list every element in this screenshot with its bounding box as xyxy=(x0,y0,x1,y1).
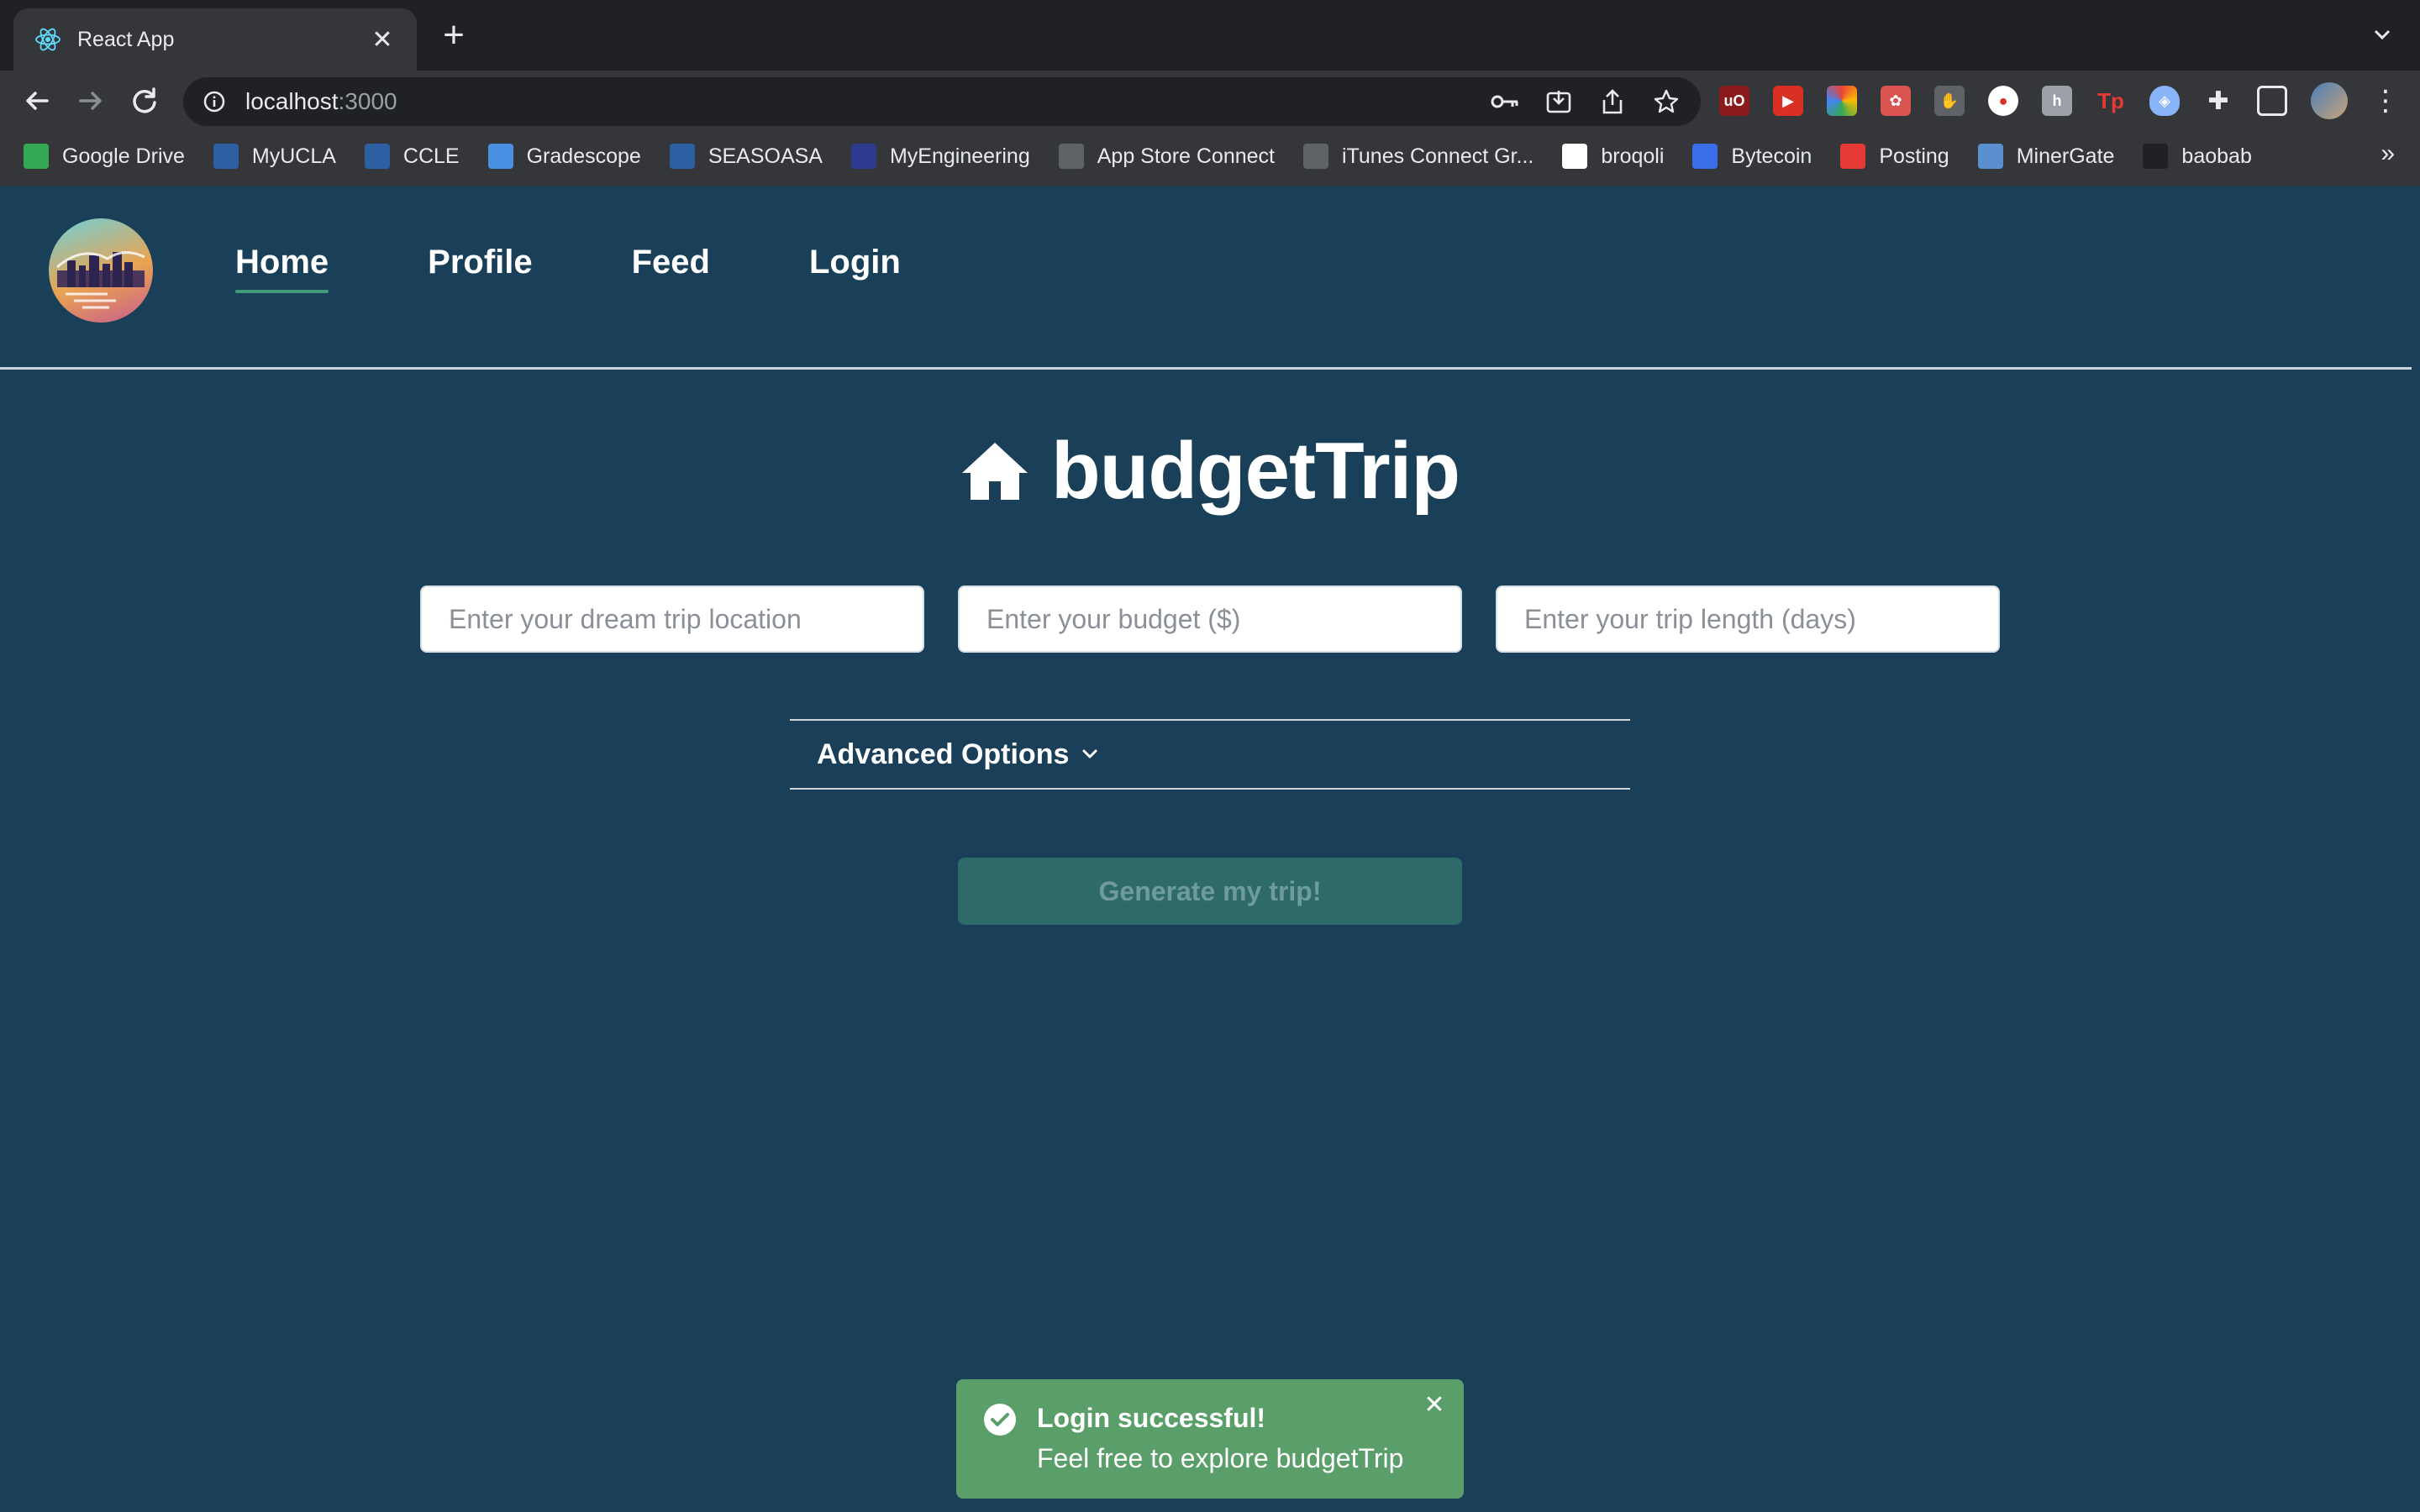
nav-divider xyxy=(0,367,2412,370)
advanced-options-toggle[interactable]: Advanced Options xyxy=(790,719,1630,790)
bookmark-label: Posting xyxy=(1879,144,1949,168)
youtube-ext-icon[interactable]: ▶ xyxy=(1773,86,1803,116)
bookmark-item[interactable]: App Store Connect xyxy=(1058,144,1275,169)
bookmark-label: App Store Connect xyxy=(1097,144,1275,168)
bookmark-item[interactable]: SEASOASA xyxy=(669,144,823,169)
bookmark-label: MinerGate xyxy=(2016,144,2115,168)
paw-icon[interactable]: ✋ xyxy=(1934,86,1965,116)
reload-icon[interactable] xyxy=(126,82,163,119)
page-title: budgetTrip xyxy=(1051,426,1460,516)
tab-close-icon[interactable]: ✕ xyxy=(368,25,397,55)
bookmark-item[interactable]: MyEngineering xyxy=(850,144,1030,169)
trip-inputs xyxy=(420,585,2000,653)
budget-input[interactable] xyxy=(958,585,1462,653)
toast-description: Feel free to explore budgetTrip xyxy=(1037,1443,1404,1473)
key-icon[interactable] xyxy=(1489,86,1521,118)
nav-feed[interactable]: Feed xyxy=(632,244,710,281)
ucla-icon xyxy=(850,144,876,169)
tab-title: React App xyxy=(77,27,175,51)
bookmarks-bar: Google Drive MyUCLA CCLE Gradescope SEASOASA… xyxy=(0,133,2420,180)
shield-icon[interactable]: ◈ xyxy=(2149,86,2180,116)
share-icon[interactable] xyxy=(1597,86,1628,118)
bookmark-label: Google Drive xyxy=(62,144,185,168)
posting-icon xyxy=(1840,144,1866,169)
skyline-logo-icon xyxy=(56,251,145,309)
main-nav: Home Profile Feed Login xyxy=(235,244,1000,293)
ublock-icon[interactable]: uO xyxy=(1719,86,1749,116)
extensions-puzzle-icon[interactable]: ✚ xyxy=(2203,86,2233,116)
browser-chrome: React App ✕ + localhost:3000 uO ▶ ✿ ✋ ● … xyxy=(0,0,2420,186)
forward-arrow-icon[interactable] xyxy=(72,82,109,119)
record-icon[interactable]: ● xyxy=(1988,86,2018,116)
tab-bar: React App ✕ + xyxy=(0,0,2420,71)
minergate-icon xyxy=(1977,144,2003,169)
install-app-icon[interactable] xyxy=(1543,86,1575,118)
app-page: Home Profile Feed Login budgetTrip Advan… xyxy=(0,186,2420,1512)
bookmark-label: CCLE xyxy=(402,144,460,168)
tab-list-chevron-icon[interactable] xyxy=(2370,22,2395,47)
nav-login[interactable]: Login xyxy=(809,244,901,281)
hero-heading: budgetTrip xyxy=(0,425,2420,517)
bookmark-label: Bytecoin xyxy=(1731,144,1812,168)
bookmark-label: SEASOASA xyxy=(708,144,823,168)
toast-title: Login successful! xyxy=(1037,1403,1266,1433)
bookmark-label: iTunes Connect Gr... xyxy=(1342,144,1534,168)
bookmark-item[interactable]: Gradescope xyxy=(487,144,641,169)
bookmark-label: MyUCLA xyxy=(251,144,336,168)
url-text: localhost:3000 xyxy=(245,88,397,114)
bookmarks-overflow-button[interactable]: » xyxy=(2381,139,2395,168)
bookmark-item[interactable]: Posting xyxy=(1840,144,1949,169)
react-icon xyxy=(35,28,60,51)
nav-home[interactable]: Home xyxy=(235,244,329,293)
broqoli-icon xyxy=(1562,144,1588,169)
bookmark-item[interactable]: Bytecoin xyxy=(1692,144,1812,169)
generate-trip-button[interactable]: Generate my trip! xyxy=(958,858,1462,925)
h-icon[interactable]: h xyxy=(2042,86,2072,116)
baobab-icon xyxy=(2143,144,2169,169)
star-icon[interactable] xyxy=(1650,86,1682,118)
address-bar[interactable]: localhost:3000 xyxy=(183,77,1701,126)
apple-icon xyxy=(1058,144,1084,169)
bookmark-item[interactable]: CCLE xyxy=(364,144,460,169)
profile-avatar[interactable] xyxy=(2311,82,2348,119)
bookmark-label: broqoli xyxy=(1601,144,1665,168)
login-success-toast: Login successful! Feel free to explore b… xyxy=(956,1379,1464,1499)
check-circle-icon xyxy=(984,1404,1016,1436)
browser-tab[interactable]: React App ✕ xyxy=(13,8,417,71)
ucla-icon xyxy=(669,144,695,169)
bookmark-item[interactable]: baobab xyxy=(2143,144,2252,169)
browser-toolbar: localhost:3000 uO ▶ ✿ ✋ ● h Tp ◈ ✚ ⋮ xyxy=(0,71,2420,131)
toast-close-icon[interactable]: ✕ xyxy=(1422,1393,1447,1418)
color-picker-icon[interactable] xyxy=(1827,86,1857,116)
bookmark-label: baobab xyxy=(2181,144,2252,168)
back-arrow-icon[interactable] xyxy=(18,82,55,119)
bookmark-item[interactable]: iTunes Connect Gr... xyxy=(1303,144,1534,169)
location-input[interactable] xyxy=(420,585,924,653)
puzzle-red-icon[interactable]: ✿ xyxy=(1881,86,1911,116)
apple-icon xyxy=(1303,144,1328,169)
google-drive-icon xyxy=(24,144,49,169)
chevron-down-icon xyxy=(1082,749,1097,759)
advanced-options-label: Advanced Options xyxy=(817,738,1070,770)
bytecoin-icon xyxy=(1692,144,1718,169)
side-panel-icon[interactable] xyxy=(2257,86,2287,116)
nav-profile[interactable]: Profile xyxy=(428,244,532,281)
bookmark-label: MyEngineering xyxy=(889,144,1030,168)
app-logo[interactable] xyxy=(49,218,153,323)
home-icon xyxy=(962,443,1028,500)
bar-chart-icon xyxy=(487,144,513,169)
ucla-icon xyxy=(364,144,390,169)
menu-kebab-icon[interactable]: ⋮ xyxy=(2371,84,2400,118)
bookmark-item[interactable]: Google Drive xyxy=(24,144,185,169)
ucla-icon xyxy=(213,144,239,169)
bookmark-item[interactable]: MinerGate xyxy=(1977,144,2115,169)
bookmark-label: Gradescope xyxy=(526,144,641,168)
new-tab-button[interactable]: + xyxy=(435,17,472,54)
site-info-icon[interactable] xyxy=(202,89,227,114)
tp-icon[interactable]: Tp xyxy=(2096,86,2126,116)
bookmark-item[interactable]: MyUCLA xyxy=(213,144,336,169)
bookmark-item[interactable]: broqoli xyxy=(1562,144,1664,169)
trip-length-input[interactable] xyxy=(1496,585,2000,653)
